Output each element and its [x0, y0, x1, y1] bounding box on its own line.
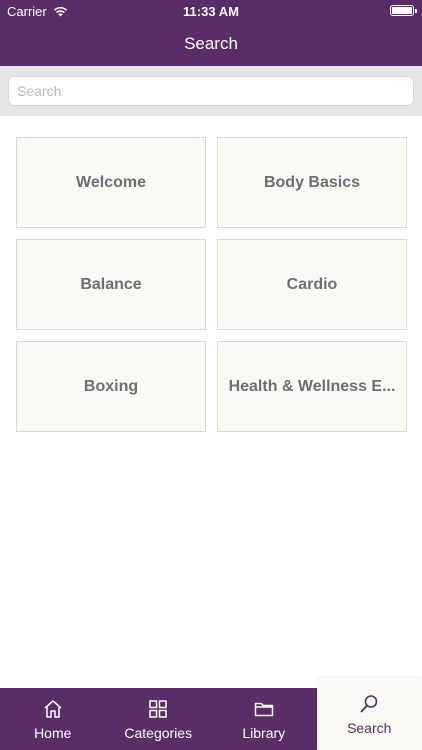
search-bar: [0, 66, 422, 116]
folder-icon: [254, 702, 273, 716]
category-tile-cardio[interactable]: Cardio: [217, 239, 407, 330]
battery-icon: [390, 5, 417, 16]
status-bar: Carrier 11:33 AM: [0, 0, 422, 22]
category-tile-body-basics[interactable]: Body Basics: [217, 137, 407, 228]
tab-label: Categories: [124, 724, 193, 741]
tab-search[interactable]: Search: [316, 678, 422, 750]
category-tile-health-wellness[interactable]: Health & Wellness E...: [217, 341, 407, 432]
category-grid: Welcome Body Basics Balance Cardio Boxin…: [16, 137, 407, 432]
page-title: Search: [184, 34, 238, 53]
tab-categories[interactable]: Categories: [106, 688, 212, 750]
category-label: Health & Wellness E...: [228, 377, 396, 395]
category-label: Cardio: [286, 275, 338, 293]
search-icon: [360, 694, 378, 712]
tab-label: Home: [34, 724, 72, 741]
nav-bar: Search: [0, 22, 422, 66]
category-tile-balance[interactable]: Balance: [16, 239, 206, 330]
tab-bar: Home Categories Library Search: [0, 678, 422, 750]
category-label: Body Basics: [263, 173, 361, 191]
grid-icon: [149, 699, 167, 718]
category-label: Boxing: [83, 377, 139, 395]
tab-library[interactable]: Library: [211, 688, 317, 750]
tab-home[interactable]: Home: [0, 688, 106, 750]
tab-label: Library: [242, 724, 286, 741]
category-tile-boxing[interactable]: Boxing: [16, 341, 206, 432]
category-label: Balance: [80, 275, 142, 293]
status-time: 11:33 AM: [183, 4, 239, 19]
search-input[interactable]: [8, 76, 414, 106]
tab-label: Search: [347, 719, 392, 736]
category-label: Welcome: [76, 173, 146, 191]
category-tile-welcome[interactable]: Welcome: [16, 137, 206, 228]
home-icon: [44, 699, 62, 718]
